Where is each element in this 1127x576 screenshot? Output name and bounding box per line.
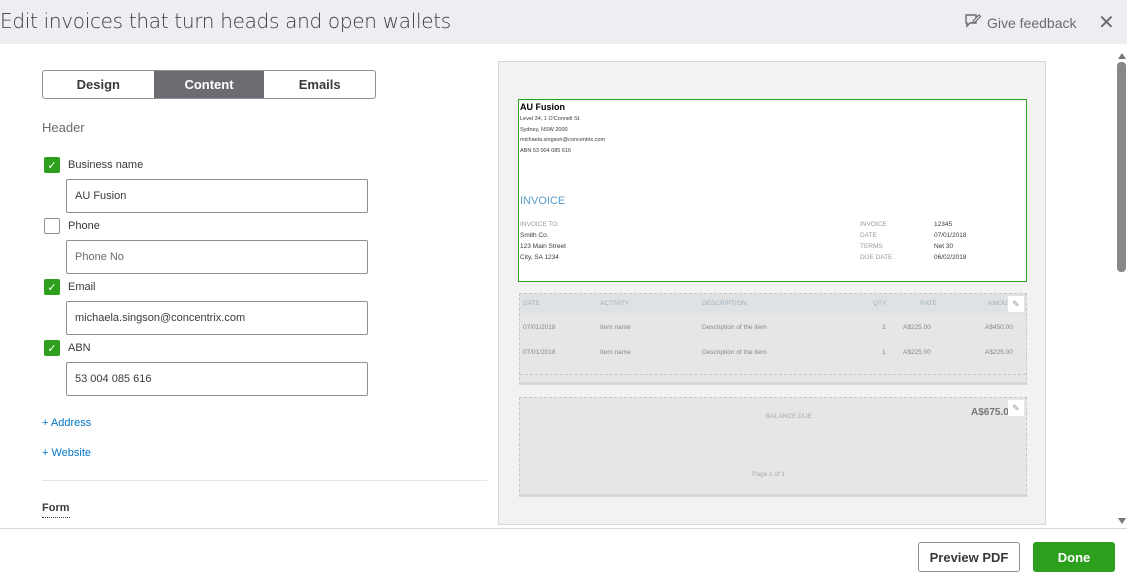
- phone-label: Phone: [68, 220, 100, 232]
- invoice-to-line: Smith Co.: [520, 232, 549, 239]
- abn-checkbox[interactable]: ✓: [44, 340, 60, 356]
- cell: Description of the item: [702, 349, 767, 356]
- preview-business-name: AU Fusion: [520, 102, 565, 112]
- scroll-up-icon[interactable]: [1118, 53, 1126, 59]
- meta-label: INVOICE: [860, 221, 887, 228]
- invoice-to-line: City, SA 1234: [520, 254, 559, 261]
- meta-value: 06/02/2018: [934, 254, 967, 261]
- give-feedback-label: Give feedback: [987, 14, 1077, 31]
- invoice-to-line: 123 Main Street: [520, 243, 566, 250]
- cell: Item name: [600, 349, 631, 356]
- scrollbar[interactable]: [1117, 48, 1127, 528]
- email-input[interactable]: [66, 301, 368, 335]
- feedback-icon: [964, 13, 982, 32]
- section-title: Header: [42, 120, 85, 135]
- phone-input[interactable]: [66, 240, 368, 274]
- scroll-thumb[interactable]: [1117, 62, 1126, 272]
- page-number: Page 1 of 1: [752, 471, 786, 478]
- column-header: QTY: [873, 300, 887, 307]
- edit-pencil-icon[interactable]: ✎: [1008, 400, 1024, 416]
- give-feedback-button[interactable]: Give feedback: [964, 13, 1077, 32]
- dialog-footer: Preview PDF Done: [0, 528, 1127, 576]
- edit-pencil-icon[interactable]: ✎: [1008, 296, 1024, 312]
- abn-input[interactable]: [66, 362, 368, 396]
- business-name-checkbox[interactable]: ✓: [44, 157, 60, 173]
- column-header: DESCRIPTION: [702, 300, 747, 307]
- close-icon[interactable]: ✕: [1098, 10, 1115, 35]
- meta-value: 07/01/2018: [934, 232, 967, 239]
- meta-value: Net 30: [934, 243, 954, 250]
- preview-address-line: michaela.singson@concentrix.com: [520, 137, 606, 143]
- preview-address-line: Level 34, 1 O'Connell St.: [520, 116, 581, 122]
- meta-label: DATE: [860, 232, 877, 239]
- tab-content[interactable]: Content: [153, 71, 265, 98]
- invoice-to-label: INVOICE TO: [520, 221, 558, 228]
- preview-pdf-button[interactable]: Preview PDF: [918, 542, 1020, 572]
- cell: 2: [882, 324, 886, 331]
- cell: A$225.00: [985, 349, 1013, 356]
- tab-emails[interactable]: Emails: [264, 71, 375, 98]
- cell: A$450.00: [985, 324, 1013, 331]
- dialog-header: Edit invoices that turn heads and open w…: [0, 0, 1127, 44]
- cell: A$225.00: [903, 349, 931, 356]
- business-name-input[interactable]: [66, 179, 368, 213]
- add-website-link[interactable]: + Website: [42, 447, 91, 459]
- balance-due-label: BALANCE DUE: [766, 413, 812, 420]
- preview-address-line: Sydney, NSW 2000: [520, 127, 568, 133]
- invoice-preview: AU Fusion Level 34, 1 O'Connell St. Sydn…: [498, 61, 1046, 525]
- column-header: DATE: [523, 300, 540, 307]
- cell: 1: [882, 349, 886, 356]
- abn-label: ABN: [68, 342, 91, 354]
- add-address-link[interactable]: + Address: [42, 417, 91, 429]
- done-button[interactable]: Done: [1033, 542, 1115, 572]
- email-label: Email: [68, 281, 96, 293]
- email-checkbox[interactable]: ✓: [44, 279, 60, 295]
- divider: [42, 480, 487, 481]
- tab-bar: Design Content Emails: [42, 70, 376, 99]
- business-name-label: Business name: [68, 159, 144, 171]
- column-header: ACTIVITY: [600, 300, 630, 307]
- cell: 07/01/2018: [523, 349, 556, 356]
- meta-label: DUE DATE: [860, 254, 893, 261]
- cell: A$225.00: [903, 324, 931, 331]
- invoice-title: INVOICE: [520, 195, 566, 207]
- line-items-block[interactable]: DATE ACTIVITY DESCRIPTION QTY RATE AMOUN…: [519, 293, 1027, 385]
- meta-value: 12345: [934, 221, 953, 228]
- preview-address-line: ABN 53 004 085 616: [520, 148, 572, 154]
- phone-checkbox[interactable]: [44, 218, 60, 234]
- meta-label: TERMS: [860, 243, 883, 250]
- dialog-title: Edit invoices that turn heads and open w…: [0, 9, 451, 33]
- cell: 07/01/2018: [523, 324, 556, 331]
- scroll-down-icon[interactable]: [1118, 518, 1126, 524]
- balance-block[interactable]: BALANCE DUE A$675.00 Page 1 of 1 ✎: [519, 397, 1027, 497]
- cell: Item name: [600, 324, 631, 331]
- form-section-title[interactable]: Form: [42, 502, 70, 518]
- column-header: RATE: [920, 300, 937, 307]
- cell: Description of the item: [702, 324, 767, 331]
- tab-design[interactable]: Design: [43, 71, 154, 98]
- invoice-header-block[interactable]: AU Fusion Level 34, 1 O'Connell St. Sydn…: [518, 99, 1027, 282]
